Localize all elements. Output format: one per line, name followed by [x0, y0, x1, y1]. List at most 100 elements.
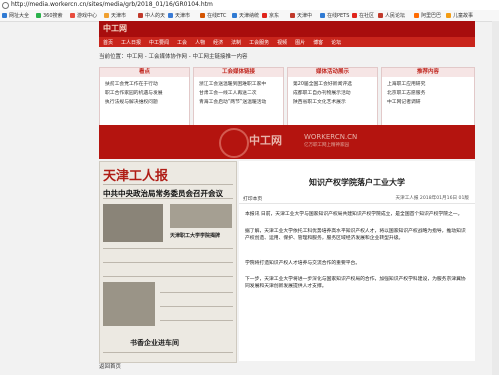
bookmark-item[interactable]: 儿童故事 — [446, 12, 473, 19]
nav-item[interactable]: 工会 — [173, 39, 191, 46]
bookmark-item[interactable]: 天津市 — [168, 12, 190, 19]
bookmark-label: 京东 — [269, 13, 280, 19]
list-item[interactable]: 北京职工志愿服务 — [387, 89, 474, 98]
nav-item[interactable]: 工人日报 — [117, 39, 145, 46]
bookmark-label: 天津纳统 — [239, 13, 260, 19]
bookmark-label: 人民论坛 — [385, 13, 406, 19]
banner-logo: 中工网 — [249, 134, 282, 147]
article-source: 天津工人报 2018年01月16日 01版 — [395, 196, 470, 201]
back-home-link[interactable]: 返回首页 — [99, 362, 121, 370]
brand-banner: 中工网 WORKERCN.CN 亿万职工网上精神家园 — [99, 125, 475, 159]
bookmark-favicon-icon — [168, 13, 173, 18]
bookmark-label: 中人的天 — [145, 13, 166, 19]
nav-item[interactable]: 法制 — [227, 39, 245, 46]
site-nav: 首页 工人日报 中工要闻 工会 人物 经济 法制 工会服务 视频 图片 博客 论坛 — [99, 37, 475, 47]
bookmark-item[interactable]: 在线ETC — [200, 12, 226, 19]
bookmark-label: 儿童故事 — [453, 13, 474, 19]
divider — [103, 248, 233, 249]
article-paragraph: 下一步，天津工业大学将进一步深化与国家知识产权局的合作，加强知识产权学科建设，为… — [245, 277, 466, 290]
newspaper-photo — [103, 204, 163, 242]
list-item[interactable]: 青海工会启动“两节”送温暖活动 — [199, 98, 283, 107]
box-media-activities: 媒体活动展示 第20届全国工会好新闻评选 成都职工自办刊物展示活动 陕西省职工文… — [287, 67, 378, 127]
list-item[interactable]: 扶贫工会党工作在于行动 — [105, 80, 189, 89]
list-item[interactable]: 上海职工应用研究 — [387, 80, 474, 89]
newspaper-photo — [103, 282, 155, 326]
article-paragraph: 学院将打造知识产权人才培养与交流合作的重要平台。 — [245, 261, 361, 266]
divider — [103, 184, 233, 185]
bookmark-item[interactable]: 游戏中心 — [70, 12, 97, 19]
bookmark-favicon-icon — [352, 13, 357, 18]
bookmark-item[interactable]: 天津市 — [104, 12, 126, 19]
bookmark-label: 天津市 — [175, 13, 191, 19]
divider — [103, 198, 233, 199]
bookmark-favicon-icon — [2, 13, 7, 18]
bookmark-label: 在线PETS — [327, 13, 350, 19]
bookmark-label: 游戏中心 — [77, 13, 98, 19]
nav-item[interactable]: 博客 — [309, 39, 327, 46]
breadcrumb: 当前位置：中工网 - 工会媒体协作网 - 中工网主链接推一内容 — [99, 54, 248, 60]
article-paragraph: 据了解，天津工业大学依托工科优势培养高水平知识产权人才，将以国家知识产权战略为指… — [245, 229, 466, 242]
nav-item[interactable]: 人物 — [191, 39, 209, 46]
list-item[interactable]: 甘肃工会一线工人再送二次 — [199, 89, 283, 98]
nav-item[interactable]: 图片 — [291, 39, 309, 46]
box-union-media: 工会媒体链接 浙江工会送温暖到困难职工家中 甘肃工会一线工人再送二次 青海工会启… — [193, 67, 284, 127]
newspaper-subhead: 天津职工大学学院揭牌 — [170, 233, 221, 239]
bookmark-item[interactable]: 360搜索 — [36, 12, 63, 19]
bookmark-favicon-icon — [290, 13, 295, 18]
list-item[interactable]: 第20届全国工会好新闻评选 — [293, 80, 377, 89]
bookmark-item[interactable]: 在社区 — [352, 12, 374, 19]
article-panel: 知识产权学院落户工业大学 打印本页 天津工人报 2018年01月16日 01版 … — [239, 161, 475, 361]
list-item[interactable]: 成都职工自办刊物展示活动 — [293, 89, 377, 98]
divider — [160, 306, 233, 307]
bookmark-item[interactable]: 京东 — [262, 12, 279, 19]
bookmark-label: 在社区 — [359, 13, 375, 19]
bookmark-label: 网址大全 — [9, 13, 30, 19]
list-item[interactable]: 浙江工会送温暖到困难职工家中 — [199, 80, 283, 89]
bookmark-favicon-icon — [320, 13, 325, 18]
bookmark-item[interactable]: 中人的天 — [138, 12, 165, 19]
article-paragraph: 本报讯 日前，天津工业大学与国家知识产权局共建知识产权学院成立，是全国首个知识产… — [245, 212, 463, 217]
banner-slogan: 亿万职工网上精神家园 — [304, 143, 349, 148]
nav-item[interactable]: 经济 — [209, 39, 227, 46]
vertical-scrollbar[interactable] — [492, 21, 499, 375]
box-highlights: 看点 扶贫工会党工作在于行动 职工合作家园的机遇与发展 执行法规与解决维权问题 — [99, 67, 190, 127]
list-item[interactable]: 中工网记者调研 — [387, 98, 474, 107]
newspaper-photo — [170, 204, 232, 228]
site-header: 中工网 — [99, 21, 475, 37]
bookmark-favicon-icon — [446, 13, 451, 18]
url-text[interactable]: http://media.workercn.cn/sites/media/grb… — [11, 1, 213, 8]
nav-item[interactable]: 首页 — [99, 39, 117, 46]
site-logo[interactable]: 中工网 — [103, 23, 127, 34]
newspaper-lower-headline: 书香企业进车间 — [130, 339, 179, 347]
seal-icon — [219, 128, 249, 158]
list-item[interactable]: 职工合作家园的机遇与发展 — [105, 89, 189, 98]
bookmark-label: 360搜索 — [43, 13, 63, 19]
divider — [160, 320, 233, 321]
newspaper-page-image[interactable]: 天津工人报 中共中央政治局常务委员会召开会议 天津职工大学学院揭牌 书香企业进车… — [99, 161, 237, 363]
list-item[interactable]: 陕西省职工文化艺术展示 — [293, 98, 377, 107]
article-meta: 打印本页 天津工人报 2018年01月16日 01版 — [239, 194, 475, 204]
bookmark-label: 阿里巴巴 — [421, 13, 442, 19]
bookmark-favicon-icon — [414, 13, 419, 18]
nav-item[interactable]: 中工要闻 — [145, 39, 173, 46]
box-title: 看点 — [100, 68, 189, 77]
divider — [103, 352, 233, 353]
newspaper-masthead: 天津工人报 — [103, 169, 169, 184]
page-info-icon[interactable] — [2, 2, 9, 9]
box-title: 推荐内容 — [382, 68, 474, 77]
bookmark-favicon-icon — [378, 13, 383, 18]
bookmark-item[interactable]: 天津纳统 — [232, 12, 259, 19]
bookmark-item[interactable]: 网址大全 — [2, 12, 29, 19]
bookmark-item[interactable]: 天津中 — [290, 12, 312, 19]
box-title: 工会媒体链接 — [194, 68, 283, 77]
bookmark-label: 在线ETC — [207, 13, 227, 19]
nav-item[interactable]: 工会服务 — [245, 39, 273, 46]
bookmark-item[interactable]: 在线PETS — [320, 12, 349, 19]
banner-domain: WORKERCN.CN — [304, 133, 358, 141]
print-button[interactable]: 打印本页 — [243, 195, 262, 202]
nav-item[interactable]: 论坛 — [327, 39, 345, 46]
list-item[interactable]: 执行法规与解决维权问题 — [105, 98, 189, 107]
nav-item[interactable]: 视频 — [273, 39, 291, 46]
bookmark-item[interactable]: 阿里巴巴 — [414, 12, 441, 19]
bookmark-item[interactable]: 人民论坛 — [378, 12, 405, 19]
